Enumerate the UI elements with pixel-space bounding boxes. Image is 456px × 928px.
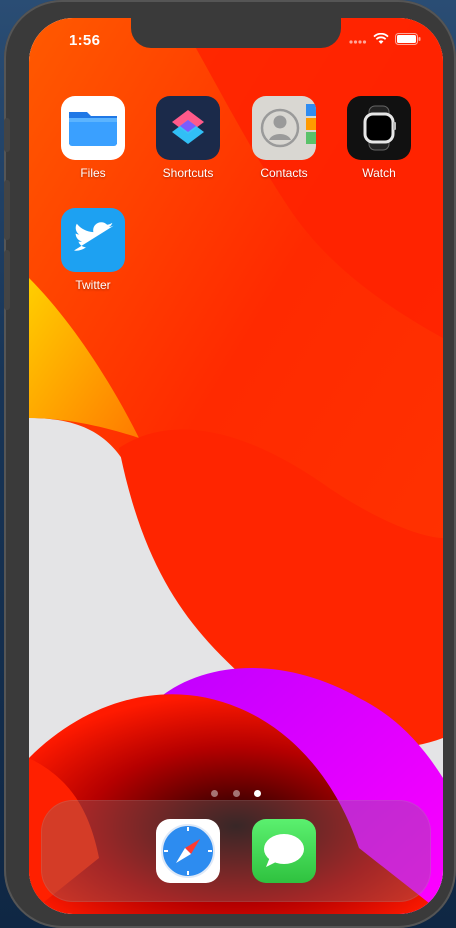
notch [131,18,341,48]
iphone-device-frame: 1:56 Files Shortcuts Contacts Watch Twit… [4,0,456,928]
shortcuts-icon [156,96,220,160]
page-dot[interactable] [211,790,219,797]
battery-icon [395,33,421,45]
app-label: Contacts [260,166,308,180]
app-files[interactable]: Files [53,96,133,180]
app-twitter[interactable]: Twitter [53,208,133,292]
twitter-bird-icon [61,208,125,272]
app-contacts[interactable]: Contacts [244,96,324,180]
volume-down-button [4,250,10,310]
cellular-signal-icon [349,40,367,44]
status-icons [349,33,421,45]
status-time: 1:56 [69,32,101,49]
page-dot-current[interactable] [253,790,261,797]
apple-watch-icon [347,96,411,160]
mute-switch [4,118,10,152]
app-label: Watch [362,166,396,180]
app-shortcuts[interactable]: Shortcuts [148,96,228,180]
app-watch[interactable]: Watch [339,96,419,180]
files-folder-icon [61,96,125,160]
app-label: Twitter [75,278,111,292]
app-label: Shortcuts [162,166,214,180]
volume-up-button [4,180,10,240]
dock-apps [41,819,431,883]
safari-compass-icon[interactable] [156,819,220,883]
dock [41,800,431,902]
page-dot[interactable] [232,790,240,797]
contacts-person-icon [252,96,316,160]
messages-bubble-icon[interactable] [252,819,316,883]
wifi-icon [373,33,389,44]
app-label: Files [80,166,106,180]
home-screen: 1:56 Files Shortcuts Contacts Watch Twit… [29,18,443,914]
